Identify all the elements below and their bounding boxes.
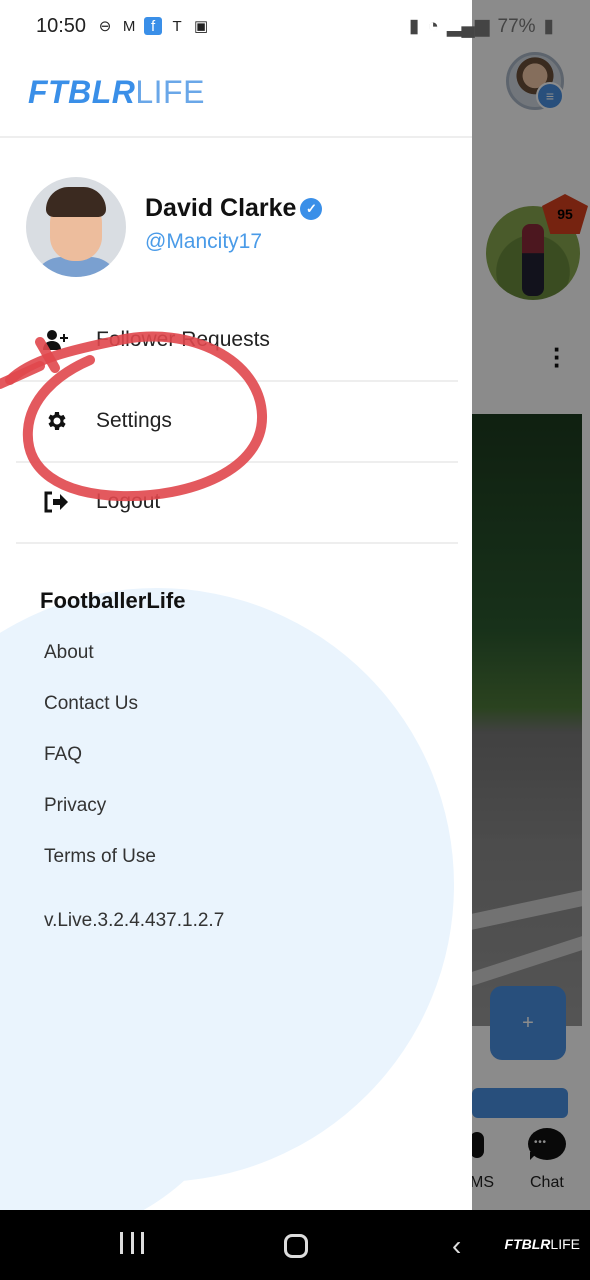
status-bar: 10:50 ⊖ M f T ▣ ▮ ◔ ▂▄▆ 77% ▮ — [0, 0, 590, 52]
battery-level: 77% — [497, 15, 536, 37]
terms-of-use-link[interactable]: Terms of Use — [44, 846, 156, 868]
gallery-icon: ▣ — [193, 18, 209, 35]
privacy-link[interactable]: Privacy — [44, 795, 106, 817]
tesla-icon: T — [172, 17, 182, 35]
contact-us-link[interactable]: Contact Us — [44, 693, 138, 715]
app-icon: f — [144, 17, 163, 35]
app-logo: FTBLRLIFE — [28, 74, 205, 110]
system-status: ▮ ◔ ▂▄▆ 77% ▮ — [409, 15, 554, 38]
menu-label: Settings — [96, 409, 172, 432]
verified-badge-icon: ✓ — [300, 197, 323, 220]
gear-icon — [16, 409, 96, 433]
battery-icon: ▮ — [543, 16, 554, 37]
menu-divider — [16, 542, 458, 544]
watermark-logo: FTBLRLIFE — [504, 1236, 580, 1252]
notification-icons: ⊖ M f T ▣ — [96, 17, 210, 35]
wifi-icon: ◔ — [427, 15, 439, 37]
menu-item-logout[interactable]: Logout — [16, 462, 458, 542]
add-user-icon — [16, 329, 96, 351]
profile-name[interactable]: David Clarke ✓ — [145, 194, 323, 223]
battery-saver-icon: ▮ — [408, 16, 420, 37]
recent-apps-button[interactable] — [120, 1232, 144, 1256]
back-button[interactable]: ‹ — [452, 1230, 461, 1262]
logout-icon — [16, 490, 96, 514]
status-time: 10:50 — [36, 14, 87, 37]
menu-label: Follower Requests — [96, 328, 270, 351]
about-link[interactable]: About — [44, 642, 94, 664]
menu-item-settings[interactable]: Settings — [16, 381, 458, 461]
profile-handle[interactable]: @Mancity17 — [145, 230, 262, 254]
header-divider — [0, 136, 472, 138]
faq-link[interactable]: FAQ — [44, 744, 82, 766]
app-version: v.Live.3.2.4.437.1.2.7 — [44, 910, 225, 931]
system-nav-bar: ‹ FTBLRLIFE — [0, 1210, 590, 1280]
dnd-icon: ⊖ — [98, 18, 112, 35]
home-button[interactable] — [284, 1234, 308, 1258]
section-title: FootballerLife — [40, 588, 186, 613]
menu-item-follower-requests[interactable]: Follower Requests — [16, 300, 458, 380]
navigation-drawer: FTBLRLIFE David Clarke ✓ @Mancity17 Foll… — [0, 0, 472, 1210]
gmail-icon: M — [122, 17, 136, 35]
menu-label: Logout — [96, 490, 161, 513]
signal-icon: ▂▄▆ — [446, 16, 490, 37]
profile-avatar[interactable] — [26, 177, 126, 277]
